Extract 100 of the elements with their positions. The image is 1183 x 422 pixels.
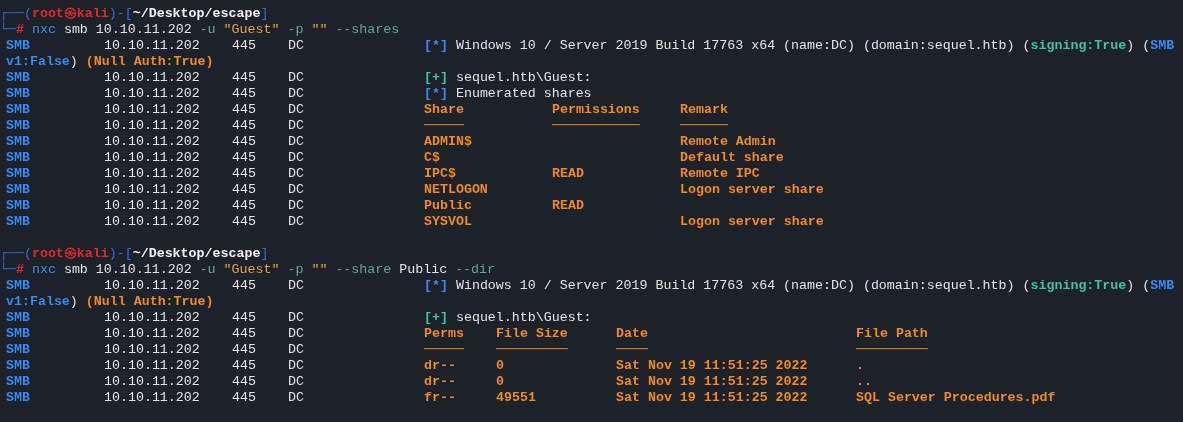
table-cell: ──── — [616, 342, 648, 357]
hostname: DC — [288, 214, 305, 230]
protocol-label: SMB — [6, 310, 31, 326]
output-text: signing:True — [1030, 278, 1127, 294]
port-number: 445 — [232, 374, 257, 390]
ip-address: 10.10.11.202 — [104, 310, 201, 326]
protocol-label: SMB — [6, 214, 31, 230]
command-token: "Guest" — [223, 22, 280, 38]
output-text: [*] — [424, 278, 448, 294]
ip-address: 10.10.11.202 — [104, 102, 201, 118]
table-cell: Remote Admin — [680, 134, 776, 149]
prompt-path: ~/Desktop/escape — [132, 246, 261, 262]
port-number: 445 — [232, 182, 257, 198]
prompt-symbol: # — [15, 262, 24, 278]
command-token: "Guest" — [223, 262, 280, 278]
table-cell: Perms — [424, 326, 464, 341]
port-number: 445 — [232, 198, 257, 214]
prompt-corner: └─ — [0, 22, 16, 38]
prompt-user: root — [31, 6, 64, 22]
table-cell: Date — [616, 326, 648, 341]
port-number: 445 — [232, 358, 257, 374]
port-number: 445 — [232, 326, 257, 342]
table-cell: ───────── — [496, 342, 568, 357]
hostname: DC — [288, 310, 305, 326]
ip-address: 10.10.11.202 — [104, 390, 201, 406]
port-number: 445 — [232, 150, 257, 166]
protocol-label: SMB — [6, 278, 31, 294]
ip-address: 10.10.11.202 — [104, 38, 201, 54]
table-cell: Remark — [680, 102, 728, 117]
command-token: smb — [63, 22, 88, 38]
table-cell: 49551 — [496, 390, 536, 405]
ip-address: 10.10.11.202 — [104, 278, 201, 294]
port-number: 445 — [232, 278, 257, 294]
command-token: 10.10.11.202 — [95, 22, 192, 38]
protocol-label: SMB — [6, 102, 31, 118]
prompt-symbol: # — [15, 22, 24, 38]
table-cell: . — [856, 358, 864, 373]
ip-address: 10.10.11.202 — [104, 326, 201, 342]
output-text: ( — [1022, 38, 1031, 54]
table-cell: File Size — [496, 326, 568, 341]
ip-address: 10.10.11.202 — [104, 374, 201, 390]
protocol-label: SMB — [6, 150, 31, 166]
table-cell: Sat Nov 19 11:51:25 2022 — [616, 390, 808, 405]
ip-address: 10.10.11.202 — [104, 86, 201, 102]
protocol-label: SMB — [6, 342, 31, 358]
hostname: DC — [288, 150, 305, 166]
output-text: (Null Auth:True) — [85, 294, 214, 310]
protocol-label: SMB — [6, 358, 31, 374]
protocol-label: SMB — [6, 86, 31, 102]
table-cell: Logon server share — [680, 214, 824, 229]
prompt-at-symbol: ㉿ — [63, 6, 77, 22]
command-token: "" — [311, 262, 328, 278]
protocol-label: SMB — [6, 134, 31, 150]
output-text: ) — [69, 294, 78, 310]
port-number: 445 — [232, 70, 257, 86]
output-text: SMB — [1150, 38, 1175, 54]
protocol-label: SMB — [6, 182, 31, 198]
output-text: [+] — [424, 70, 448, 86]
command-token: "" — [311, 22, 328, 38]
port-number: 445 — [232, 102, 257, 118]
table-cell: ────── — [680, 118, 728, 133]
hostname: DC — [288, 182, 305, 198]
prompt-host: kali — [76, 246, 109, 262]
output-text: v1:False — [6, 294, 70, 310]
hostname: DC — [288, 198, 305, 214]
prompt-host: kali — [76, 6, 109, 22]
table-cell: ───── — [424, 342, 464, 357]
hostname: DC — [288, 70, 305, 86]
table-cell: fr-- — [424, 390, 456, 405]
output-text: sequel.htb\Guest: — [455, 310, 592, 326]
ip-address: 10.10.11.202 — [104, 70, 201, 86]
output-text: ) — [69, 54, 78, 70]
table-cell: Logon server share — [680, 182, 824, 197]
port-number: 445 — [232, 134, 257, 150]
protocol-label: SMB — [6, 198, 31, 214]
command-token: --shares — [335, 22, 400, 38]
protocol-label: SMB — [6, 38, 31, 54]
prompt-path: ~/Desktop/escape — [132, 6, 261, 22]
hostname: DC — [288, 278, 305, 294]
output-text: Windows 10 / Server 2019 Build 17763 x64 (name:DC) (domain:sequel.htb) — [455, 38, 1015, 54]
port-number: 445 — [232, 86, 257, 102]
prompt-bracket: ] — [260, 246, 269, 262]
command-token: -u — [199, 262, 216, 278]
port-number: 445 — [232, 38, 257, 54]
protocol-label: SMB — [6, 374, 31, 390]
hostname: DC — [288, 358, 305, 374]
command-token: -u — [199, 22, 216, 38]
prompt-separator: )-[ — [108, 6, 133, 22]
ip-address: 10.10.11.202 — [104, 166, 201, 182]
hostname: DC — [288, 342, 305, 358]
table-cell: Permissions — [552, 102, 640, 117]
command-token: smb — [63, 262, 88, 278]
prompt-corner: └─ — [0, 262, 16, 278]
table-cell: ───────── — [856, 342, 928, 357]
table-cell: SQL Server Procedures.pdf — [856, 390, 1056, 405]
table-cell: ───── — [424, 118, 464, 133]
ip-address: 10.10.11.202 — [104, 358, 201, 374]
table-cell: Share — [424, 102, 464, 117]
table-cell: dr-- — [424, 358, 456, 373]
output-text: ) — [1126, 278, 1135, 294]
